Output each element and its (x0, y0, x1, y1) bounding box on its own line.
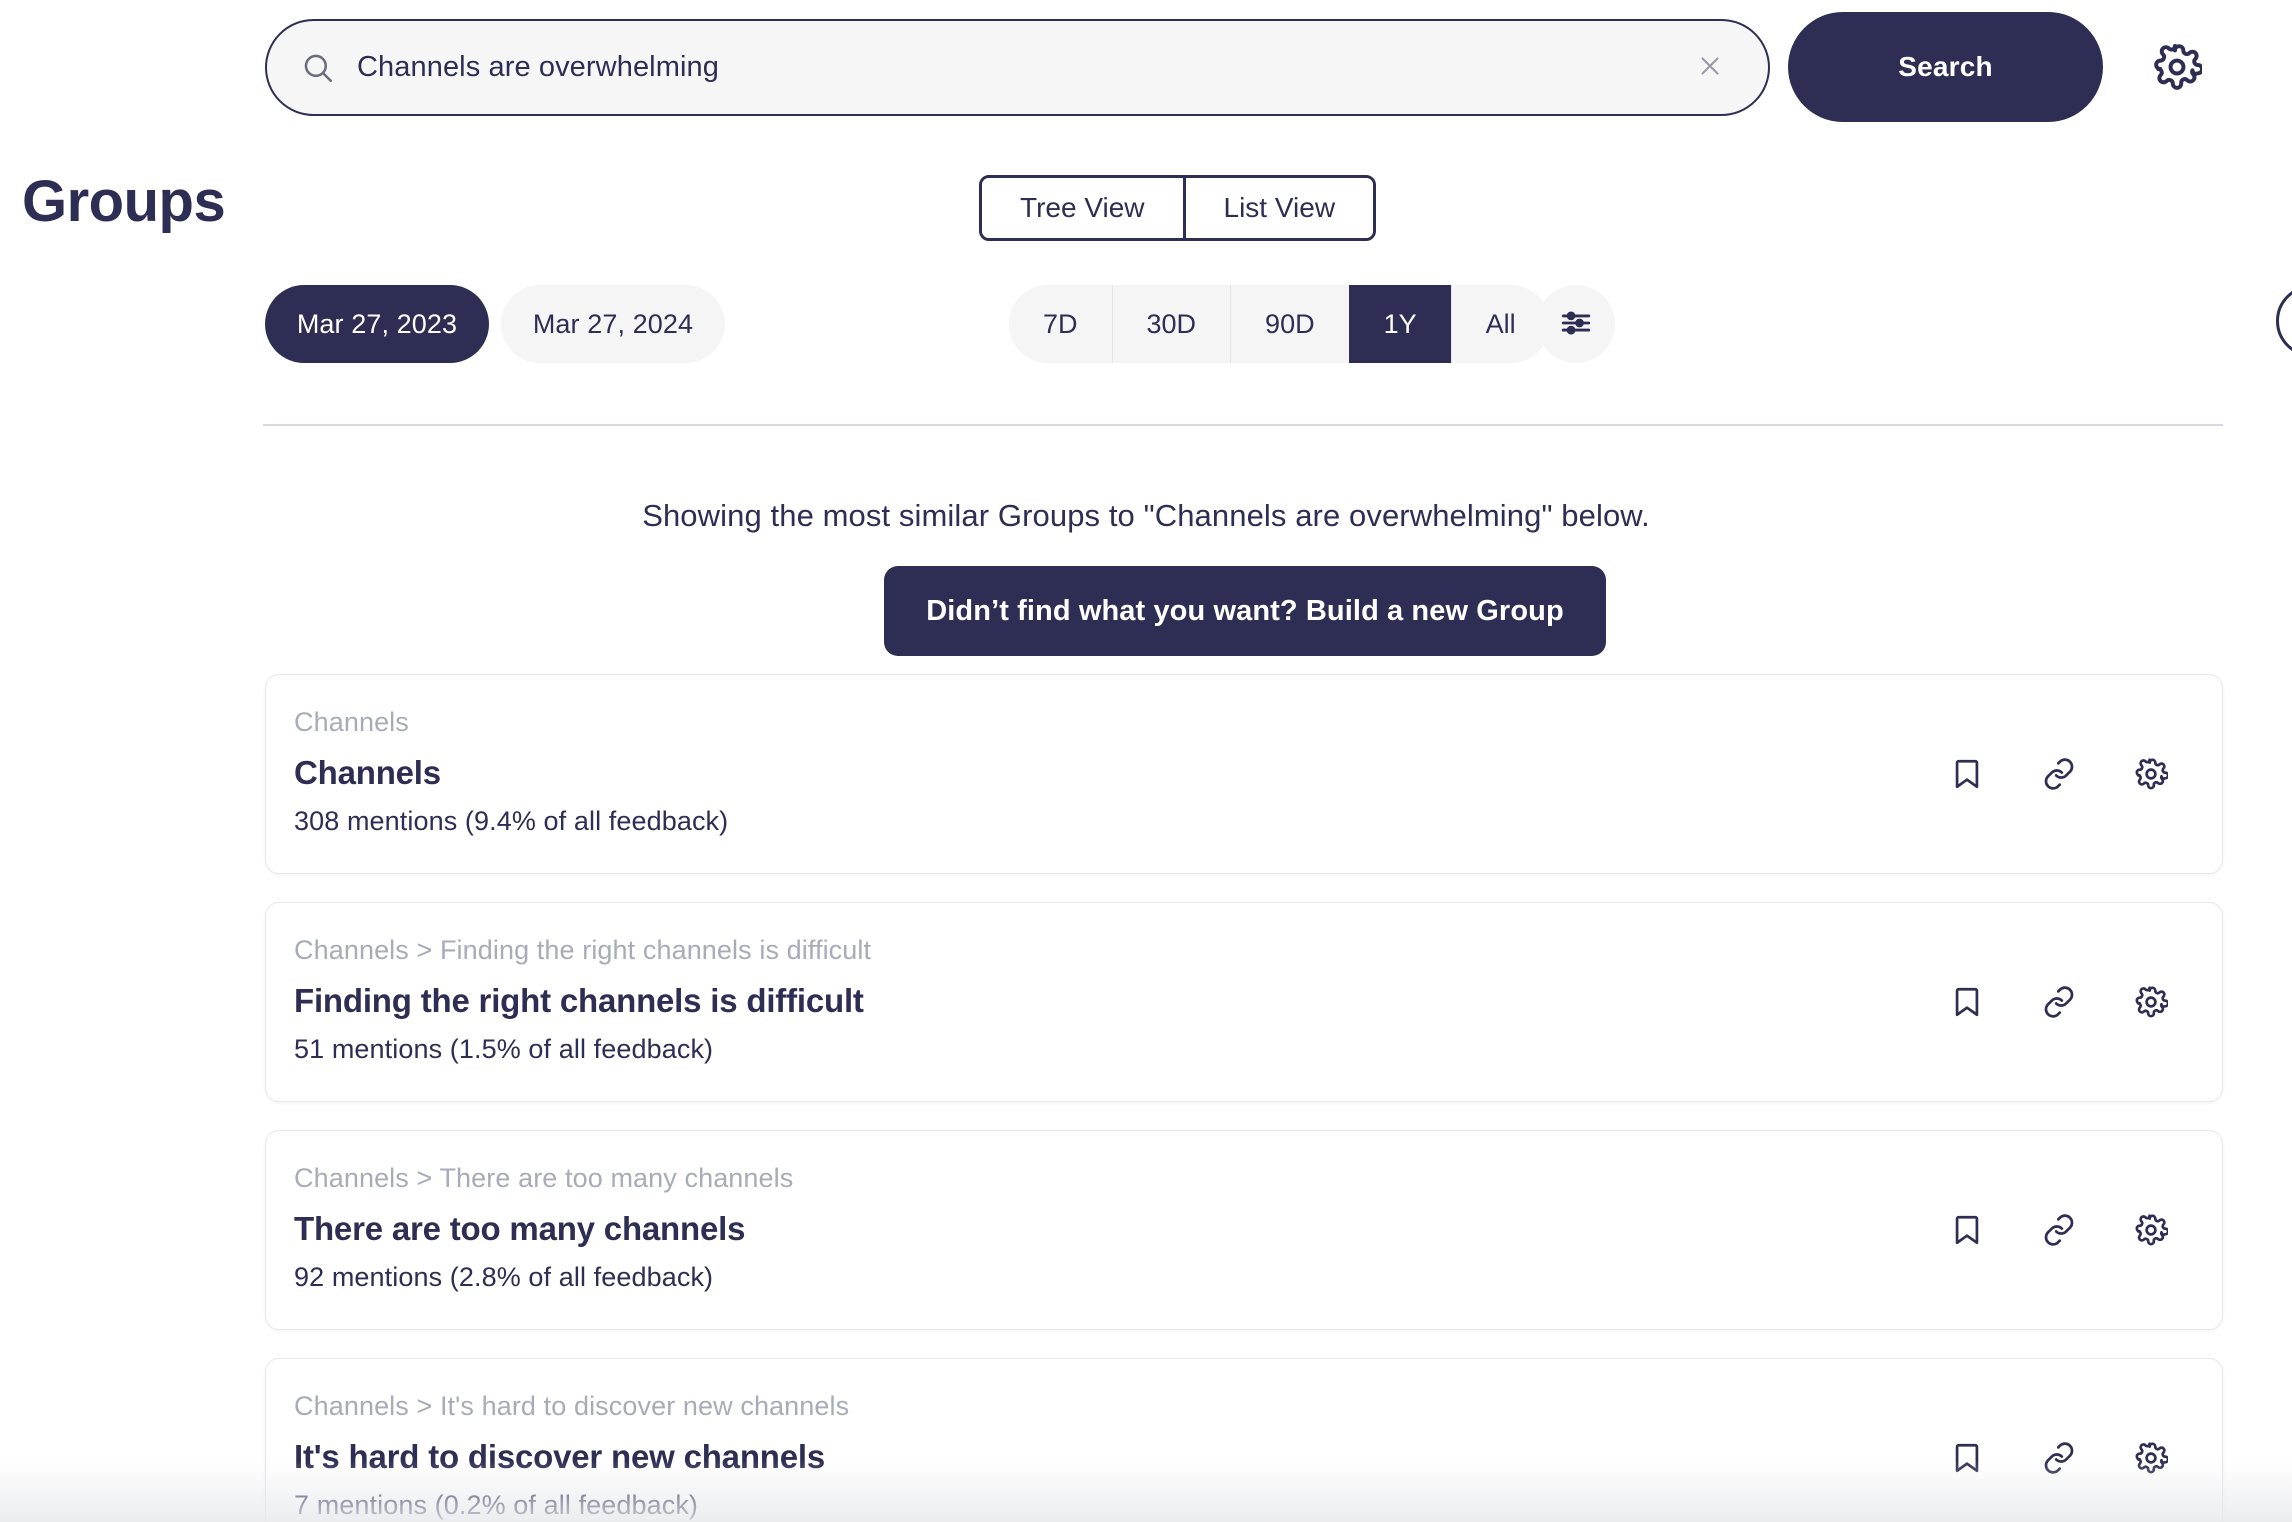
results-note: Showing the most similar Groups to "Chan… (642, 498, 1650, 533)
group-result-card[interactable]: Channels > It's hard to discover new cha… (265, 1358, 2223, 1522)
search-input[interactable] (335, 51, 1688, 84)
date-range-group: 7D 30D 90D 1Y All (1009, 285, 1550, 363)
range-all[interactable]: All (1450, 285, 1550, 363)
search-button[interactable]: Search (1788, 12, 2103, 122)
group-result-card[interactable]: Channels > There are too many channels T… (265, 1130, 2223, 1330)
card-actions (1948, 755, 2170, 793)
breadcrumb: Channels > It's hard to discover new cha… (294, 1391, 850, 1421)
tab-list-view[interactable]: List View (1182, 178, 1374, 238)
range-7d[interactable]: 7D (1009, 285, 1112, 363)
start-date-button[interactable]: Mar 27, 2023 (265, 285, 489, 363)
clear-search-button[interactable] (1688, 46, 1732, 90)
range-90d[interactable]: 90D (1230, 285, 1349, 363)
breadcrumb: Channels (294, 707, 409, 737)
group-mentions: 7 mentions (0.2% of all feedback) (294, 1490, 699, 1520)
top-search-bar: Search (0, 0, 2292, 135)
link-icon[interactable] (2040, 1439, 2078, 1477)
end-date-button[interactable]: Mar 27, 2024 (501, 285, 725, 363)
view-toggle: Tree View List View (979, 175, 1377, 241)
bookmark-icon[interactable] (1948, 1439, 1986, 1477)
group-mentions: 308 mentions (9.4% of all feedback) (294, 806, 729, 836)
app-root: Search Groups Tree View List View Mar 27… (0, 0, 2292, 1522)
tab-tree-view[interactable]: Tree View (982, 178, 1183, 238)
breadcrumb: Channels > There are too many channels (294, 1163, 794, 1193)
breadcrumb: Channels > Finding the right channels is… (294, 935, 872, 965)
bookmark-icon[interactable] (1948, 755, 1986, 793)
bookmark-icon[interactable] (1948, 1211, 1986, 1249)
card-actions (1948, 1439, 2170, 1477)
link-icon[interactable] (2040, 1211, 2078, 1249)
search-field-wrapper[interactable] (265, 19, 1770, 116)
gear-icon[interactable] (2132, 755, 2170, 793)
page-title: Groups (22, 169, 226, 234)
link-icon[interactable] (2040, 983, 2078, 1021)
filter-row: Mar 27, 2023 Mar 27, 2024 7D 30D 90D 1Y … (265, 285, 2292, 385)
range-1y[interactable]: 1Y (1348, 285, 1451, 363)
gear-icon[interactable] (2152, 42, 2202, 92)
group-mentions: 92 mentions (2.8% of all feedback) (294, 1262, 714, 1292)
close-icon (1695, 51, 1725, 84)
build-new-group-button[interactable]: Didn’t find what you want? Build a new G… (884, 566, 1606, 656)
filter-settings-button[interactable] (1537, 285, 1615, 363)
sliders-icon (1559, 306, 1593, 343)
group-title: There are too many channels (294, 1210, 746, 1247)
card-actions (1948, 1211, 2170, 1249)
gear-icon[interactable] (2132, 1439, 2170, 1477)
card-actions (1948, 983, 2170, 1021)
group-title: Finding the right channels is difficult (294, 982, 864, 1019)
section-divider (263, 424, 2223, 426)
group-title: Channels (294, 754, 441, 791)
bookmark-icon[interactable] (1948, 983, 1986, 1021)
link-icon[interactable] (2040, 755, 2078, 793)
trending-new-button[interactable]: Trending/New (2276, 285, 2292, 357)
group-results-list: Channels Channels 308 mentions (9.4% of … (265, 674, 2223, 1522)
group-mentions: 51 mentions (1.5% of all feedback) (294, 1034, 714, 1064)
group-result-card[interactable]: Channels > Finding the right channels is… (265, 902, 2223, 1102)
gear-icon[interactable] (2132, 1211, 2170, 1249)
search-icon (301, 51, 335, 85)
group-result-card[interactable]: Channels Channels 308 mentions (9.4% of … (265, 674, 2223, 874)
range-30d[interactable]: 30D (1111, 285, 1231, 363)
gear-icon[interactable] (2132, 983, 2170, 1021)
group-title: It's hard to discover new channels (294, 1438, 826, 1475)
